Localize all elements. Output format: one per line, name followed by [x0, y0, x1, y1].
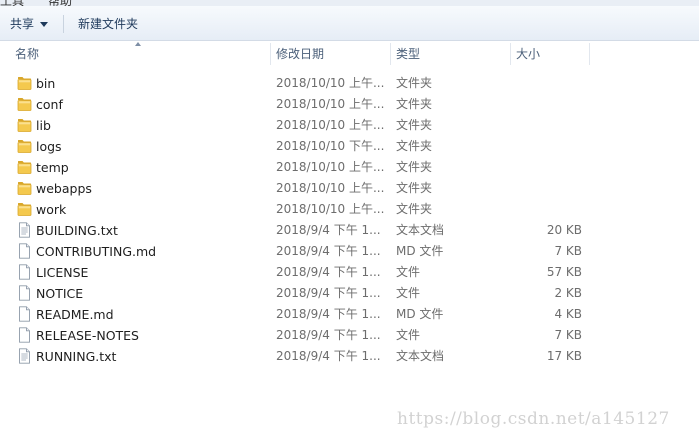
file-row-logs[interactable]: logs 2018/10/10 下午... 文件夹 — [0, 136, 699, 157]
file-date: 2018/10/10 上午... — [276, 202, 385, 216]
file-date: 2018/9/4 下午 1... — [276, 349, 381, 363]
file-size: 17 KB — [546, 349, 582, 363]
file-type: 文件 — [396, 286, 421, 300]
file-type: 文件 — [396, 265, 421, 279]
file-row-lib[interactable]: lib 2018/10/10 上午... 文件夹 — [0, 115, 699, 136]
file-name: LICENSE — [36, 265, 89, 280]
folder-icon — [17, 96, 32, 112]
column-divider[interactable] — [390, 43, 391, 65]
file-name: bin — [36, 76, 56, 91]
file-name: CONTRIBUTING.md — [36, 244, 157, 259]
file-icon — [17, 306, 32, 322]
file-type: MD 文件 — [396, 307, 444, 321]
column-divider[interactable] — [270, 43, 271, 65]
file-size: 20 KB — [546, 223, 582, 237]
file-icon — [17, 243, 32, 259]
file-row-work[interactable]: work 2018/10/10 上午... 文件夹 — [0, 199, 699, 220]
file-type: 文本文档 — [396, 349, 445, 363]
column-header-date[interactable]: 修改日期 — [276, 41, 386, 65]
file-name: work — [36, 202, 67, 217]
file-type: 文件夹 — [396, 202, 433, 216]
file-type: 文件夹 — [396, 139, 433, 153]
file-row-readme-md[interactable]: README.md 2018/9/4 下午 1... MD 文件 4 KB — [0, 304, 699, 325]
file-name: RUNNING.txt — [36, 349, 117, 364]
column-divider[interactable] — [510, 43, 511, 65]
column-header-type[interactable]: 类型 — [396, 41, 506, 65]
file-size: 2 KB — [554, 286, 582, 300]
file-type: 文件夹 — [396, 97, 433, 111]
file-size: 7 KB — [554, 328, 582, 342]
file-name: lib — [36, 118, 51, 133]
file-type: 文件夹 — [396, 76, 433, 90]
command-toolbar: 共享 新建文件夹 — [0, 6, 699, 41]
file-row-license[interactable]: LICENSE 2018/9/4 下午 1... 文件 57 KB — [0, 262, 699, 283]
file-size: 7 KB — [554, 244, 582, 258]
new-folder-button[interactable]: 新建文件夹 — [78, 14, 138, 34]
folder-icon — [17, 138, 32, 154]
file-icon — [17, 327, 32, 343]
file-row-running-txt[interactable]: RUNNING.txt 2018/9/4 下午 1... 文本文档 17 KB — [0, 346, 699, 367]
file-date: 2018/10/10 上午... — [276, 181, 385, 195]
toolbar-divider — [63, 15, 64, 33]
file-row-conf[interactable]: conf 2018/10/10 上午... 文件夹 — [0, 94, 699, 115]
folder-icon — [17, 180, 32, 196]
column-header-row: 名称 修改日期 类型 大小 — [0, 41, 699, 65]
file-date: 2018/10/10 上午... — [276, 76, 385, 90]
folder-icon — [17, 75, 32, 91]
file-date: 2018/9/4 下午 1... — [276, 265, 381, 279]
file-row-contributing-md[interactable]: CONTRIBUTING.md 2018/9/4 下午 1... MD 文件 7… — [0, 241, 699, 262]
file-type: 文件夹 — [396, 181, 433, 195]
file-date: 2018/10/10 上午... — [276, 97, 385, 111]
file-type: 文本文档 — [396, 223, 445, 237]
text-document-icon — [17, 222, 32, 238]
file-row-release-notes[interactable]: RELEASE-NOTES 2018/9/4 下午 1... 文件 7 KB — [0, 325, 699, 346]
file-date: 2018/10/10 上午... — [276, 160, 385, 174]
column-header-name[interactable]: 名称 — [15, 41, 265, 65]
file-row-temp[interactable]: temp 2018/10/10 上午... 文件夹 — [0, 157, 699, 178]
share-button[interactable]: 共享 — [10, 14, 49, 34]
chevron-down-icon — [40, 22, 49, 27]
file-row-notice[interactable]: NOTICE 2018/9/4 下午 1... 文件 2 KB — [0, 283, 699, 304]
file-row-building-txt[interactable]: BUILDING.txt 2018/9/4 下午 1... 文本文档 20 KB — [0, 220, 699, 241]
column-header-size[interactable]: 大小 — [516, 41, 586, 65]
file-row-webapps[interactable]: webapps 2018/10/10 上午... 文件夹 — [0, 178, 699, 199]
file-date: 2018/9/4 下午 1... — [276, 223, 381, 237]
file-icon — [17, 264, 32, 280]
folder-icon — [17, 117, 32, 133]
file-type: 文件夹 — [396, 118, 433, 132]
file-type: MD 文件 — [396, 244, 444, 258]
file-type: 文件 — [396, 328, 421, 342]
file-name: NOTICE — [36, 286, 84, 301]
file-date: 2018/9/4 下午 1... — [276, 307, 381, 321]
file-name: temp — [36, 160, 69, 175]
file-icon — [17, 285, 32, 301]
file-date: 2018/9/4 下午 1... — [276, 286, 381, 300]
file-date: 2018/10/10 下午... — [276, 139, 385, 153]
column-divider[interactable] — [589, 43, 590, 65]
folder-icon — [17, 201, 32, 217]
share-button-label: 共享 — [10, 17, 35, 31]
file-type: 文件夹 — [396, 160, 433, 174]
file-size: 4 KB — [554, 307, 582, 321]
file-name: logs — [36, 139, 62, 154]
new-folder-button-label: 新建文件夹 — [78, 17, 139, 31]
text-document-icon — [17, 348, 32, 364]
file-name: RELEASE-NOTES — [36, 328, 139, 343]
file-name: conf — [36, 97, 63, 112]
file-date: 2018/9/4 下午 1... — [276, 328, 381, 342]
watermark-url: https://blog.csdn.net/a145127 — [397, 409, 670, 429]
folder-icon — [17, 159, 32, 175]
file-date: 2018/10/10 上午... — [276, 118, 385, 132]
file-name: README.md — [36, 307, 114, 322]
file-name: BUILDING.txt — [36, 223, 118, 238]
file-date: 2018/9/4 下午 1... — [276, 244, 381, 258]
file-size: 57 KB — [546, 265, 582, 279]
file-name: webapps — [36, 181, 92, 196]
file-row-bin[interactable]: bin 2018/10/10 上午... 文件夹 — [0, 73, 699, 94]
